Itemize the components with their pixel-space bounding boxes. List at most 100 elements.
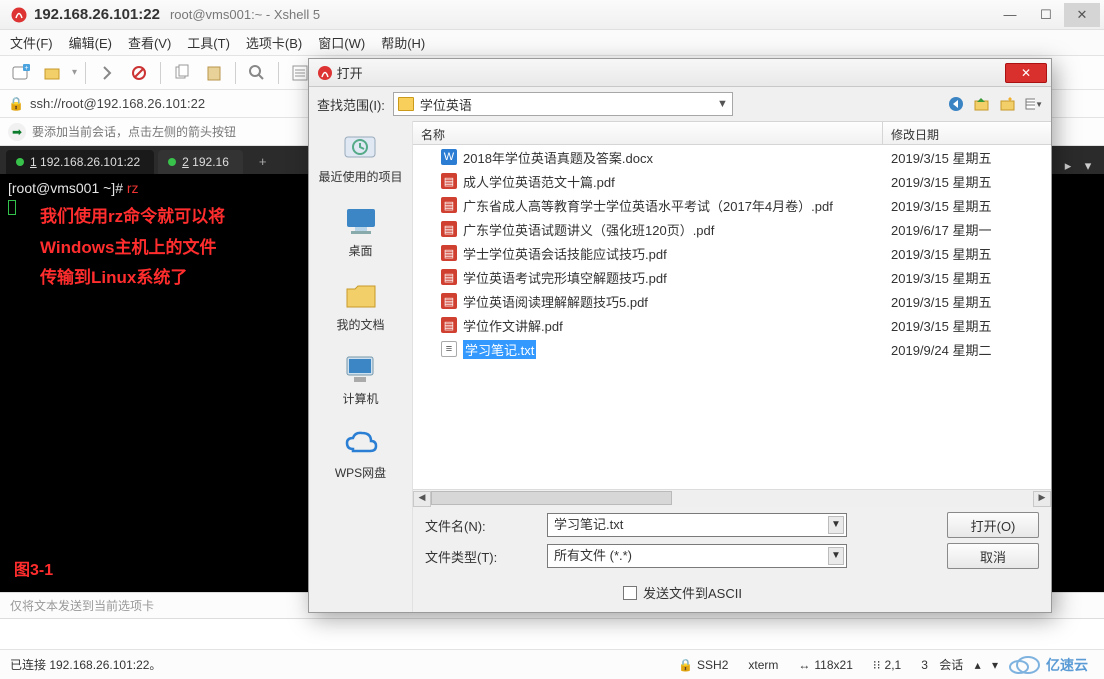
file-icon: ▤ xyxy=(441,221,457,237)
column-headers[interactable]: 名称 修改日期 xyxy=(413,121,1051,145)
add-session-arrow-icon[interactable]: ➡ xyxy=(8,123,26,141)
reconnect-icon[interactable] xyxy=(94,60,120,86)
cancel-button[interactable]: 取消 xyxy=(947,543,1039,569)
lookin-value: 学位英语 xyxy=(420,95,472,114)
tab-menu-icon[interactable]: ▾ xyxy=(1078,158,1098,174)
file-name: 成人学位英语范文十篇.pdf xyxy=(463,172,615,191)
nav-up-icon[interactable] xyxy=(973,95,991,113)
lookin-bar: 查找范围(I): 学位英语 ▼ ▼ xyxy=(309,87,1051,121)
file-name: 广东省成人高等教育学士学位英语水平考试（2017年4月卷）.pdf xyxy=(463,196,833,215)
file-row[interactable]: ▤广东省成人高等教育学士学位英语水平考试（2017年4月卷）.pdf2019/3… xyxy=(413,193,1051,217)
session-url[interactable]: ssh://root@192.168.26.101:22 xyxy=(30,96,205,111)
scroll-left-icon[interactable]: ◀ xyxy=(413,491,431,507)
chevron-up-icon[interactable]: ▴ xyxy=(975,658,981,672)
status-dot-icon xyxy=(16,158,24,166)
tab-next-icon[interactable]: ▸ xyxy=(1058,158,1078,174)
file-row[interactable]: ▤学位英语阅读理解解题技巧5.pdf2019/3/15 星期五 xyxy=(413,289,1051,313)
file-row[interactable]: ▤成人学位英语范文十篇.pdf2019/3/15 星期五 xyxy=(413,169,1051,193)
chevron-down-icon[interactable]: ▼ xyxy=(828,516,844,534)
file-date: 2019/9/24 星期二 xyxy=(883,340,1051,359)
app-icon xyxy=(317,65,333,81)
status-dot-icon xyxy=(168,158,176,166)
open-file-dialog: 打开 ✕ 查找范围(I): 学位英语 ▼ ▼ 最近使用的项目 桌面 xyxy=(308,58,1052,613)
title-sub: root@vms001:~ - Xshell 5 xyxy=(170,7,320,22)
col-name[interactable]: 名称 xyxy=(413,122,883,144)
col-date[interactable]: 修改日期 xyxy=(883,122,1051,144)
scroll-right-icon[interactable]: ▶ xyxy=(1033,491,1051,507)
menu-view[interactable]: 查看(V) xyxy=(120,30,179,55)
dialog-titlebar[interactable]: 打开 ✕ xyxy=(309,59,1051,87)
disconnect-icon[interactable] xyxy=(126,60,152,86)
chevron-down-icon[interactable]: ▼ xyxy=(828,547,844,565)
menu-file[interactable]: 文件(F) xyxy=(2,30,61,55)
tab-session-2[interactable]: 2 192.16 xyxy=(158,150,243,174)
file-icon: ▤ xyxy=(441,293,457,309)
menu-tools[interactable]: 工具(T) xyxy=(179,30,238,55)
ascii-checkbox[interactable] xyxy=(623,586,637,600)
file-icon: W xyxy=(441,149,457,165)
file-icon: ▤ xyxy=(441,269,457,285)
menu-window[interactable]: 窗口(W) xyxy=(310,30,373,55)
chevron-down-icon[interactable]: ▾ xyxy=(992,658,998,672)
status-bar: 已连接 192.168.26.101:22。 🔒SSH2 xterm ↔118x… xyxy=(0,649,1104,679)
file-row[interactable]: ▤学士学位英语会话技能应试技巧.pdf2019/3/15 星期五 xyxy=(413,241,1051,265)
view-menu-icon[interactable]: ▼ xyxy=(1025,95,1043,113)
open-session-icon[interactable] xyxy=(40,60,66,86)
file-date: 2019/3/15 星期五 xyxy=(883,172,1051,191)
maximize-button[interactable]: ☐ xyxy=(1028,3,1064,27)
file-name: 广东学位英语试题讲义（强化班120页）.pdf xyxy=(463,220,714,239)
menu-edit[interactable]: 编辑(E) xyxy=(61,30,120,55)
file-icon: ▤ xyxy=(441,317,457,333)
shell-prompt: [root@vms001 ~]# xyxy=(8,180,123,196)
status-cursor: ⁝⁝2,1 xyxy=(863,658,911,672)
file-date: 2019/3/15 星期五 xyxy=(883,196,1051,215)
place-desktop[interactable]: 桌面 xyxy=(309,197,412,265)
file-pane: 名称 修改日期 W 2018年学位英语真题及答案.docx 2019/3/15 星期… xyxy=(413,121,1051,612)
file-icon: ▤ xyxy=(441,245,457,261)
filetype-select[interactable]: 所有文件 (*.*) ▼ xyxy=(547,544,847,568)
search-icon[interactable] xyxy=(244,60,270,86)
place-computer[interactable]: 计算机 xyxy=(309,345,412,413)
file-date: 2019/3/15 星期五 xyxy=(883,244,1051,263)
place-wps-cloud[interactable]: WPS网盘 xyxy=(309,419,412,487)
file-date: 2019/3/15 星期五 xyxy=(883,268,1051,287)
app-icon xyxy=(10,6,28,24)
file-name: 2018年学位英语真题及答案.docx xyxy=(463,148,653,167)
resize-icon: ↔ xyxy=(798,658,810,672)
new-folder-icon[interactable] xyxy=(999,95,1017,113)
horizontal-scrollbar[interactable]: ◀ ▶ xyxy=(413,489,1051,507)
file-row[interactable]: ▤ 广东学位英语试题讲义（强化班120页）.pdf 2019/6/17 星期一 xyxy=(413,217,1051,241)
file-name: 学位英语阅读理解解题技巧5.pdf xyxy=(463,292,648,311)
file-date: 2019/6/17 星期一 xyxy=(883,220,1051,239)
place-recent[interactable]: 最近使用的项目 xyxy=(309,123,412,191)
place-documents[interactable]: 我的文档 xyxy=(309,271,412,339)
file-name: 学习笔记.txt xyxy=(463,340,536,359)
filename-input[interactable]: 学习笔记.txt ▼ xyxy=(547,513,847,537)
file-row[interactable]: ▤学位作文讲解.pdf2019/3/15 星期五 xyxy=(413,313,1051,337)
close-button[interactable]: ✕ xyxy=(1064,3,1100,27)
file-row[interactable]: ≡学习笔记.txt2019/9/24 星期二 xyxy=(413,337,1051,361)
menu-tab[interactable]: 选项卡(B) xyxy=(238,30,310,55)
lookin-combo[interactable]: 学位英语 ▼ xyxy=(393,92,733,116)
minimize-button[interactable]: — xyxy=(992,3,1028,27)
nav-back-icon[interactable] xyxy=(947,95,965,113)
dialog-close-button[interactable]: ✕ xyxy=(1005,63,1047,83)
file-list[interactable]: W 2018年学位英语真题及答案.docx 2019/3/15 星期五 ▤ 成人学位英语… xyxy=(413,145,1051,489)
menu-help[interactable]: 帮助(H) xyxy=(373,30,433,55)
new-session-icon[interactable]: + xyxy=(8,60,34,86)
shell-command: rz xyxy=(127,180,139,196)
file-row[interactable]: W 2018年学位英语真题及答案.docx 2019/3/15 星期五 xyxy=(413,145,1051,169)
file-row[interactable]: ▤学位英语考试完形填空解题技巧.pdf2019/3/15 星期五 xyxy=(413,265,1051,289)
dialog-title: 打开 xyxy=(337,63,363,82)
file-date: 2019/3/15 星期五 xyxy=(883,148,1051,167)
status-ssh: 🔒SSH2 xyxy=(668,658,738,672)
tab-session-1[interactable]: 1 192.168.26.101:22 xyxy=(6,150,154,174)
places-bar: 最近使用的项目 桌面 我的文档 计算机 WPS网盘 xyxy=(309,121,413,612)
titlebar: 192.168.26.101:22 root@vms001:~ - Xshell… xyxy=(0,0,1104,30)
copy-icon[interactable] xyxy=(169,60,195,86)
open-button[interactable]: 打开(O) xyxy=(947,512,1039,538)
scroll-thumb[interactable] xyxy=(431,491,672,505)
paste-icon[interactable] xyxy=(201,60,227,86)
tab-add-button[interactable]: + xyxy=(251,149,275,174)
status-sessions: 3 会话 ▴ ▾ xyxy=(911,656,1008,673)
